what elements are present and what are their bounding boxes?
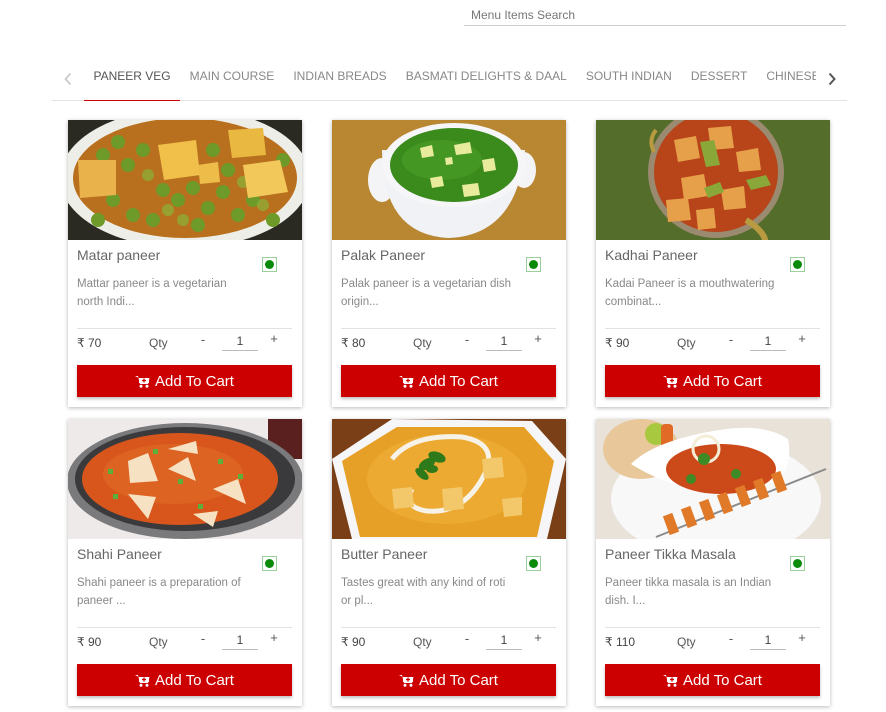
shahi-paneer-photo: [68, 419, 302, 539]
cart-plus-icon: [663, 674, 678, 687]
product-card: Kadhai Paneer Kadai Paneer is a mouthwat…: [596, 120, 830, 407]
product-price: ₹ 90: [605, 336, 630, 350]
divider: [605, 328, 820, 329]
tab-chinese[interactable]: CHINESE &: [757, 57, 816, 101]
cart-plus-icon: [399, 674, 414, 687]
decrease-qty-button[interactable]: -: [726, 332, 736, 347]
qty-input[interactable]: [486, 332, 522, 351]
cart-plus-icon: [663, 375, 678, 388]
add-to-cart-label: Add To Cart: [683, 372, 762, 390]
qty-input[interactable]: [750, 332, 786, 351]
tab-south-indian[interactable]: SOUTH INDIAN: [576, 57, 681, 101]
palak-paneer-photo: [332, 120, 566, 240]
qty-label: Qty: [149, 336, 168, 350]
tab-basmati-delights-daal[interactable]: BASMATI DELIGHTS & DAAL: [396, 57, 576, 101]
tabs-next-button[interactable]: [822, 68, 842, 90]
product-price: ₹ 80: [341, 336, 366, 350]
product-name: Butter Paneer: [341, 546, 428, 562]
decrease-qty-button[interactable]: -: [726, 631, 736, 646]
qty-label: Qty: [677, 635, 696, 649]
divider: [341, 328, 556, 329]
menu-search-input[interactable]: [464, 5, 846, 25]
tab-main-course[interactable]: MAIN COURSE: [180, 57, 284, 101]
increase-qty-button[interactable]: +: [268, 331, 280, 346]
veg-indicator-icon: [790, 556, 805, 571]
add-to-cart-button[interactable]: Add To Cart: [605, 664, 820, 696]
increase-qty-button[interactable]: +: [532, 331, 544, 346]
chevron-left-icon: [64, 72, 72, 86]
cart-plus-icon: [135, 674, 150, 687]
product-price: ₹ 70: [77, 336, 102, 350]
tab-track: PANEER VEG MAIN COURSE INDIAN BREADS BASMAT…: [84, 57, 816, 101]
tabs-prev-button[interactable]: [58, 68, 78, 90]
product-description: Shahi paneer is a preparation of paneer …: [77, 577, 241, 607]
add-to-cart-button[interactable]: Add To Cart: [605, 365, 820, 397]
decrease-qty-button[interactable]: -: [198, 631, 208, 646]
product-name: Paneer Tikka Masala: [605, 546, 736, 562]
product-card: Palak Paneer Palak paneer is a vegetaria…: [332, 120, 566, 407]
divider: [341, 627, 556, 628]
veg-indicator-icon: [262, 556, 277, 571]
product-card: Shahi Paneer Shahi paneer is a preparati…: [68, 419, 302, 706]
add-to-cart-label: Add To Cart: [419, 671, 498, 689]
product-description: Kadai Paneer is a mouthwatering combinat…: [605, 278, 775, 308]
increase-qty-button[interactable]: +: [532, 630, 544, 645]
increase-qty-button[interactable]: +: [796, 331, 808, 346]
decrease-qty-button[interactable]: -: [462, 332, 472, 347]
decrease-qty-button[interactable]: -: [462, 631, 472, 646]
product-description: Palak paneer is a vegetarian dish origin…: [341, 278, 512, 308]
add-to-cart-label: Add To Cart: [155, 671, 234, 689]
product-description: Mattar paneer is a vegetarian north Indi…: [77, 278, 227, 308]
cart-plus-icon: [399, 375, 414, 388]
product-card: Matar paneer Mattar paneer is a vegetari…: [68, 120, 302, 407]
product-price: ₹ 90: [341, 635, 366, 649]
qty-input[interactable]: [222, 332, 258, 351]
matar-paneer-photo: [68, 120, 302, 240]
menu-search: [464, 5, 846, 26]
qty-label: Qty: [149, 635, 168, 649]
add-to-cart-button[interactable]: Add To Cart: [341, 365, 556, 397]
add-to-cart-label: Add To Cart: [155, 372, 234, 390]
product-name: Shahi Paneer: [77, 546, 162, 562]
increase-qty-button[interactable]: +: [796, 630, 808, 645]
product-card: Butter Paneer Tastes great with any kind…: [332, 419, 566, 706]
qty-input[interactable]: [486, 631, 522, 650]
divider: [77, 627, 292, 628]
cart-plus-icon: [135, 375, 150, 388]
tab-indian-breads[interactable]: INDIAN BREADS: [284, 57, 396, 101]
paneer-tikka-masala-photo: [596, 419, 830, 539]
increase-qty-button[interactable]: +: [268, 630, 280, 645]
veg-indicator-icon: [262, 257, 277, 272]
add-to-cart-label: Add To Cart: [419, 372, 498, 390]
divider: [77, 328, 292, 329]
tab-paneer-veg[interactable]: PANEER VEG: [84, 57, 181, 101]
decrease-qty-button[interactable]: -: [198, 332, 208, 347]
chevron-right-icon: [828, 72, 836, 86]
product-description: Paneer tikka masala is an Indian dish. I…: [605, 577, 772, 607]
divider: [605, 627, 820, 628]
qty-label: Qty: [413, 635, 432, 649]
veg-indicator-icon: [526, 257, 541, 272]
product-name: Kadhai Paneer: [605, 247, 698, 263]
product-price: ₹ 110: [605, 635, 636, 649]
qty-label: Qty: [677, 336, 696, 350]
add-to-cart-label: Add To Cart: [683, 671, 762, 689]
tab-dessert[interactable]: DESSERT: [681, 57, 756, 101]
product-name: Matar paneer: [77, 247, 161, 263]
product-price: ₹ 90: [77, 635, 102, 649]
add-to-cart-button[interactable]: Add To Cart: [77, 365, 292, 397]
category-tabs: PANEER VEG MAIN COURSE INDIAN BREADS BASMAT…: [52, 57, 847, 101]
qty-label: Qty: [413, 336, 432, 350]
product-description: Tastes great with any kind of roti or pl…: [341, 577, 506, 607]
qty-input[interactable]: [222, 631, 258, 650]
product-name: Palak Paneer: [341, 247, 426, 263]
veg-indicator-icon: [790, 257, 805, 272]
add-to-cart-button[interactable]: Add To Cart: [341, 664, 556, 696]
kadhai-paneer-photo: [596, 120, 830, 240]
qty-input[interactable]: [750, 631, 786, 650]
butter-paneer-photo: [332, 419, 566, 539]
veg-indicator-icon: [526, 556, 541, 571]
product-card: Paneer Tikka Masala Paneer tikka masala …: [596, 419, 830, 706]
add-to-cart-button[interactable]: Add To Cart: [77, 664, 292, 696]
